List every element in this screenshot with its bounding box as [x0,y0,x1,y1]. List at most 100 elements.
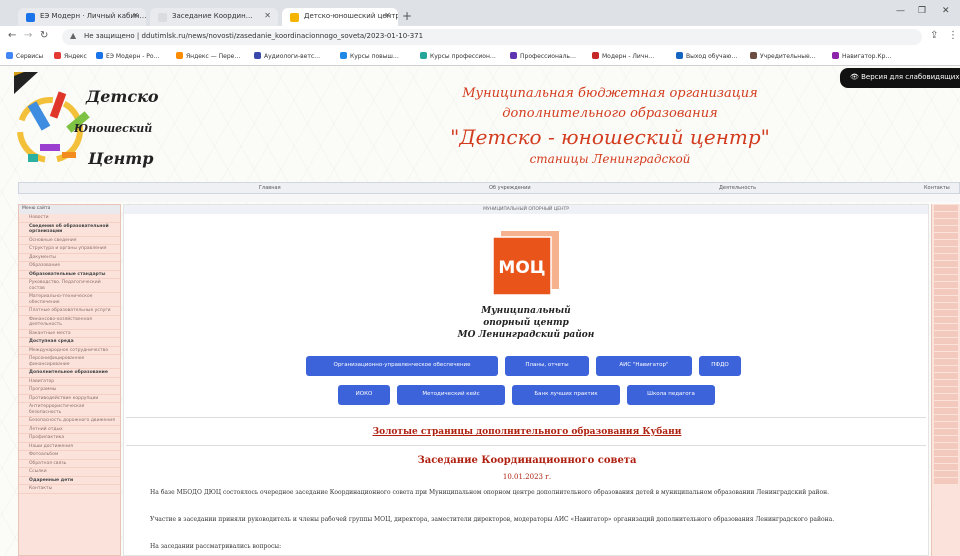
sidebar-menu-item[interactable]: Документы [19,254,120,262]
sidebar-menu-item[interactable]: Руководство. Педагогический состав [19,279,120,293]
article-paragraph: На базе МБОДО ДЮЦ состоялось очередное з… [150,489,830,496]
right-sidebar-line [934,415,958,421]
divider [126,445,926,446]
sidebar-menu-item[interactable]: Финансово-хозяйственная деятельность [19,316,120,330]
sidebar-menu-item[interactable]: Профилактика [19,434,120,443]
ioko-button[interactable]: ИОКО [338,385,390,405]
bookmark[interactable]: Сервисы [6,52,43,60]
bookmarks-bar: Сервисы Яндекс ЕЭ Модерн - Ро… Яндекс — … [0,48,960,66]
close-tab-icon[interactable]: ✕ [132,11,139,20]
top-menu: Главная Об учреждении Деятельность Конта… [18,182,960,194]
vision-impaired-label: Версия для слабовидящих [861,73,960,81]
sidebar-menu-item[interactable]: Одаренные дети [19,477,120,485]
browser-tab-active[interactable]: Детско-юношеский центр · Ле… ✕ [282,8,398,26]
browser-tab-bar: ЕЭ Модерн · Личный кабин… ✕ Заседание Ко… [0,0,960,26]
moc-logo[interactable]: МОЦ [493,231,559,297]
moc-subtitle-line: опорный центр [483,318,569,328]
golden-pages-link[interactable]: Золотые страницы дополнительного образов… [124,427,928,437]
maximize-icon[interactable]: ❐ [918,6,926,16]
sidebar-menu-item[interactable]: Сведения об образовательной организации [19,223,120,237]
bookmark[interactable]: Курсы повыш… [340,52,399,60]
pfdo-button[interactable]: ПФДО [699,356,741,376]
bookmark[interactable]: Яндекс [54,52,87,60]
right-sidebar-line [934,436,958,442]
sidebar-menu-item[interactable]: Дополнительное образование [19,369,120,378]
sidebar-menu-item[interactable]: Программы [19,386,120,395]
sidebar-menu-item[interactable]: Безопасность дорожного движения [19,417,120,426]
logo-word-yunosheskiy: Юношеский [73,122,152,135]
sidebar-menu-item[interactable]: Противодействие коррупции [19,395,120,403]
sidebar-menu-item[interactable]: Международное сотрудничество [19,347,120,355]
sidebar-menu-item[interactable]: Навигатор [19,378,120,386]
reload-icon[interactable]: ↻ [40,30,48,41]
right-sidebar-line [934,380,958,386]
sidebar-menu-item[interactable]: Основные сведения [19,237,120,245]
ais-navigator-button[interactable]: АИС "Навигатор" [596,356,692,376]
teacher-school-button[interactable]: Школа педагога [627,385,715,405]
sidebar-menu-item[interactable]: Обратная связь [19,460,120,468]
right-sidebar-line [934,352,958,358]
back-icon[interactable]: ← [8,30,16,41]
method-case-button[interactable]: Методический кейс [397,385,505,405]
main-content: МУНИЦИПАЛЬНЫЙ ОПОРНЫЙ ЦЕНТР МОЦ Муниципа… [123,204,929,556]
right-sidebar-line [934,219,958,225]
sidebar-menu-item[interactable]: Образование [19,262,120,271]
right-sidebar [931,204,960,556]
moc-subtitle: Муниципальный опорный центр МО Ленинград… [424,305,628,341]
bookmark[interactable]: Выход обучаю… [676,52,737,60]
vision-impaired-button[interactable]: 👁 Версия для слабовидящих [840,68,960,88]
bookmark[interactable]: Учредительные… [750,52,816,60]
sidebar-menu-item[interactable]: Наши достижения [19,443,120,451]
new-tab-icon[interactable]: + [402,9,412,23]
site-logo[interactable]: Детско Юношеский Центр [14,72,164,182]
bookmark[interactable]: Модерн - Личн… [592,52,654,60]
right-sidebar-line [934,443,958,449]
close-tab-icon[interactable]: ✕ [384,11,391,20]
browser-tab[interactable]: ЕЭ Модерн · Личный кабин… ✕ [18,8,146,26]
sidebar-menu-item[interactable]: Доступная среда [19,338,120,347]
bookmark[interactable]: Яндекс — Пере… [176,52,240,60]
right-sidebar-line [934,247,958,253]
top-menu-item[interactable]: Главная [259,185,281,191]
close-tab-icon[interactable]: ✕ [264,11,271,20]
sidebar-menu-item[interactable]: Фотоальбом [19,451,120,460]
org-support-button[interactable]: Организационно-управленческое обеспечени… [306,356,498,376]
forward-icon[interactable]: → [24,30,32,41]
browser-tab[interactable]: Заседание Координ… ✕ [150,8,278,26]
menu-dots-icon[interactable]: ⋮ [948,30,958,41]
top-menu-item[interactable]: Деятельность [719,185,756,191]
sidebar-menu-item[interactable]: Образовательные стандарты [19,271,120,279]
right-sidebar-line [934,233,958,239]
tab-favicon-icon [26,13,35,22]
sidebar-menu-item[interactable]: Новости [19,214,120,223]
share-icon[interactable]: ⇪ [930,30,938,41]
address-bar[interactable]: ▲ Не защищено | ddutimlsk.ru/news/novost… [62,29,922,45]
bookmark[interactable]: Аудиологи-ветс… [254,52,320,60]
best-practices-button[interactable]: Банк лучших практик [512,385,620,405]
sidebar-menu-item[interactable]: Контакты [19,485,120,494]
bookmark[interactable]: Навигатор.Кр… [832,52,891,60]
right-sidebar-line [934,366,958,372]
bookmark[interactable]: Курсы профессион… [420,52,496,60]
tab-favicon-icon [158,13,167,22]
sidebar-menu-item[interactable]: Структура и органы управления [19,245,120,254]
top-menu-item[interactable]: Контакты [924,185,950,191]
right-sidebar-line [934,205,958,211]
sidebar-menu-item[interactable]: Ссылки [19,468,120,477]
plans-reports-button[interactable]: Планы, отчеты [505,356,589,376]
right-sidebar-line [934,457,958,463]
sidebar-menu-item[interactable]: Материально-техническое обеспечение [19,293,120,307]
close-window-icon[interactable]: ✕ [942,6,950,16]
bookmark[interactable]: Профессиональ… [510,52,576,60]
sidebar-menu-item[interactable]: Антитеррористическая безопасность [19,403,120,417]
bookmark[interactable]: ЕЭ Модерн - Ро… [96,52,160,60]
sidebar-menu-item[interactable]: Платные образовательные услуги [19,307,120,316]
sidebar-menu-item[interactable]: Вакантные места [19,330,120,338]
site-title-line: Муниципальная бюджетная организация [462,86,758,101]
minimize-icon[interactable]: — [896,6,905,16]
top-menu-item[interactable]: Об учреждении [489,185,531,191]
tab-title: ЕЭ Модерн · Личный кабин… [40,12,146,20]
sidebar-menu-item[interactable]: Персонифицированное финансирование [19,355,120,369]
sidebar-menu-item[interactable]: Летний отдых [19,426,120,434]
article-paragraph: На заседании рассматривались вопросы: [150,543,282,550]
